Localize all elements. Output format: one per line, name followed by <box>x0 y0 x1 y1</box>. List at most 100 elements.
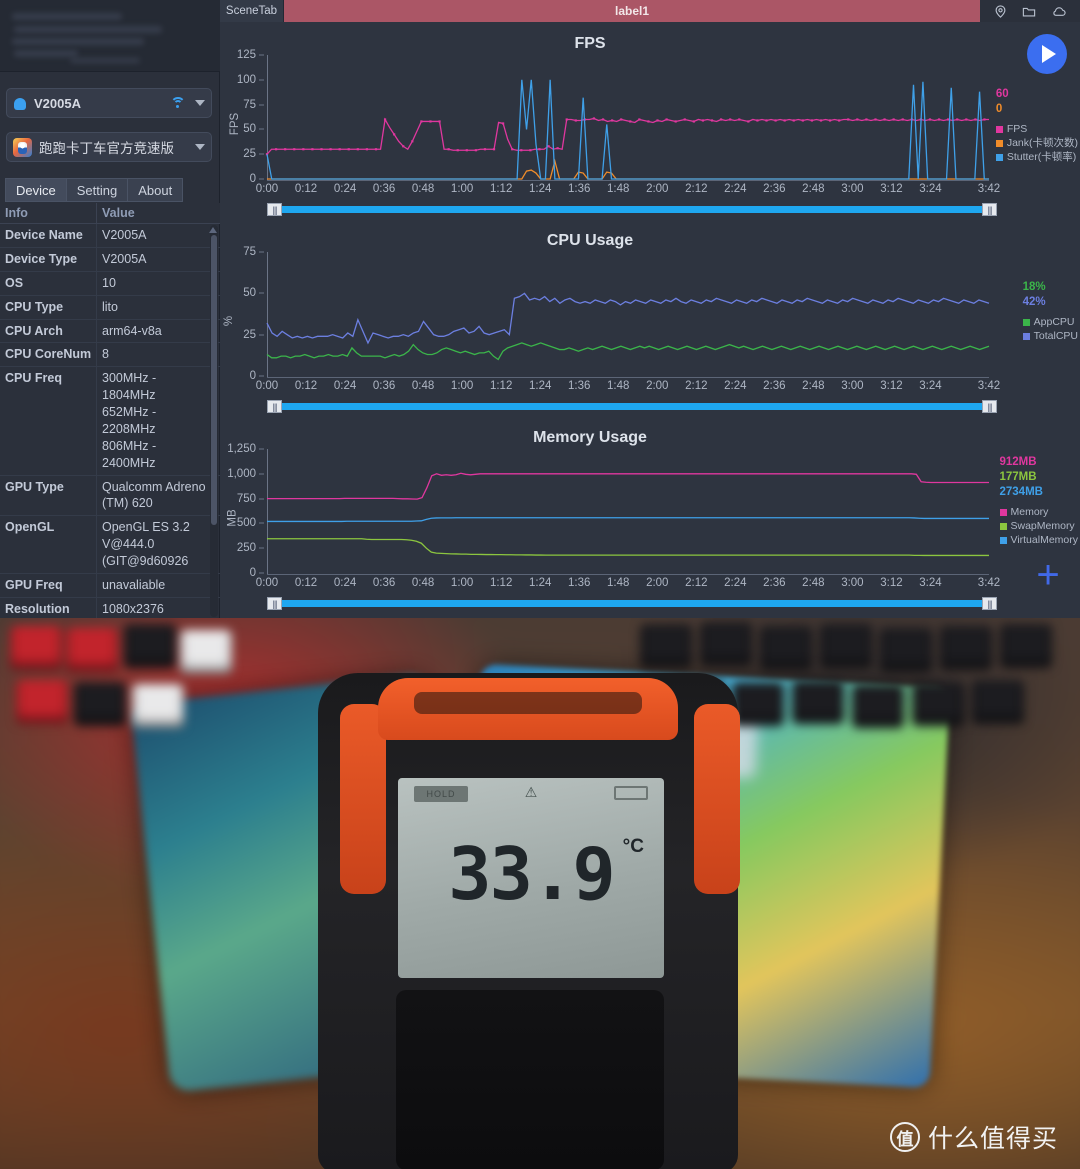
table-row[interactable]: OpenGL OpenGL ES 3.2 V@444.0 (GIT@9d60926 <box>0 516 220 574</box>
series-marker <box>411 140 414 143</box>
chevron-down-icon[interactable] <box>195 100 205 106</box>
x-tick-label: 1:36 <box>568 183 591 195</box>
wifi-icon <box>170 97 185 109</box>
tab-device[interactable]: Device <box>5 178 66 202</box>
y-tick-label: 25 <box>243 148 256 161</box>
series-marker <box>774 119 777 122</box>
sidebar: V2005A 跑跑卡丁车官方竞速版 Device Setting About I… <box>0 0 220 618</box>
table-row[interactable]: CPU Freq 300MHz - 1804MHz 652MHz - 2208MH… <box>0 367 220 476</box>
table-row[interactable]: Device Type V2005A <box>0 247 220 272</box>
legend-item[interactable]: Jank(卡顿次数) <box>995 136 1078 150</box>
x-tick-label: 1:24 <box>528 577 552 589</box>
scrollbar-handle-left[interactable]: ||| <box>267 400 282 413</box>
legend-item[interactable]: VirtualMemory <box>999 533 1078 547</box>
table-row[interactable]: GPU Type Qualcomm Adreno (TM) 620 <box>0 475 220 517</box>
series-marker <box>356 148 359 151</box>
plot-area[interactable] <box>265 55 989 180</box>
scrollbar-handle-left[interactable]: ||| <box>267 203 282 216</box>
chart-scrollbar[interactable]: ||| ||| <box>267 400 997 413</box>
scrollbar-handle-right[interactable]: ||| <box>982 400 997 413</box>
cell-info: GPU Freq <box>0 573 97 597</box>
y-tick-mark <box>259 178 264 180</box>
legend-item[interactable]: Stutter(卡顿率) <box>995 150 1078 164</box>
cell-value: V2005A <box>102 251 147 266</box>
scene-tab[interactable]: SceneTab <box>220 0 284 22</box>
legend-item[interactable]: TotalCPU <box>1022 329 1078 343</box>
table-row[interactable]: Device Name V2005A <box>0 224 220 248</box>
series-marker <box>520 149 523 152</box>
chart-scrollbar[interactable]: ||| ||| <box>267 203 997 216</box>
legend-item[interactable]: Memory <box>999 505 1079 519</box>
scrollbar-handle-right[interactable]: ||| <box>982 203 997 216</box>
table-row[interactable]: CPU Arch arm64-v8a <box>0 319 220 344</box>
chart-title: FPS <box>574 35 606 52</box>
series-marker <box>302 148 305 151</box>
x-tick-label: 3:24 <box>919 577 942 589</box>
cell-value: 8 <box>102 347 109 362</box>
cell-value: 300MHz - 1804MHz 652MHz - 2208MHz 806MHz… <box>102 371 157 470</box>
legend-label: Jank(卡顿次数) <box>1006 137 1078 149</box>
series-marker <box>701 119 705 122</box>
series-marker <box>547 145 550 148</box>
table-row[interactable]: OS 10 <box>0 271 220 296</box>
legend-item[interactable]: FPS <box>995 122 1078 136</box>
series-marker <box>674 120 677 123</box>
series-marker <box>647 120 650 123</box>
series-line <box>266 342 990 361</box>
series-marker <box>738 118 741 121</box>
x-tick-label: 3:00 <box>841 380 864 392</box>
x-tick-label: 0:00 <box>255 183 279 195</box>
series-marker <box>656 119 659 122</box>
table-scrollbar[interactable] <box>210 225 218 617</box>
device-select[interactable]: V2005A <box>6 88 212 118</box>
app-select[interactable]: 跑跑卡丁车官方竞速版 <box>6 132 212 162</box>
x-tick-label: 0:36 <box>372 183 396 195</box>
series-marker <box>320 148 323 151</box>
series-marker <box>456 149 459 152</box>
scrollbar-track[interactable] <box>267 403 997 410</box>
table-row[interactable]: CPU CoreNum 8 <box>0 343 220 368</box>
series-marker <box>311 148 314 151</box>
series-marker <box>474 149 477 152</box>
cell-value: arm64-v8a <box>102 323 162 338</box>
chart-scrollbar[interactable]: ||| ||| <box>267 597 997 610</box>
battery-icon <box>614 786 648 800</box>
scrollbar-thumb[interactable] <box>211 235 217 525</box>
plot-area[interactable] <box>267 449 989 573</box>
plot-area[interactable] <box>266 252 990 376</box>
folder-icon[interactable] <box>1021 4 1037 19</box>
legend-item[interactable]: SwapMemory <box>999 519 1079 533</box>
x-tick-label: 1:12 <box>489 577 513 589</box>
series-marker <box>284 148 287 151</box>
series-marker <box>874 118 877 121</box>
cell-info: Device Type <box>0 247 97 271</box>
y-tick-mark <box>259 251 264 253</box>
scrollbar-track[interactable] <box>267 206 997 213</box>
series-marker <box>847 118 850 121</box>
y-tick-mark <box>259 473 264 475</box>
x-tick-label: 3:24 <box>919 380 942 392</box>
scroll-up-arrow-icon[interactable] <box>209 227 217 233</box>
cloud-icon[interactable] <box>1050 4 1068 19</box>
table-row[interactable]: CPU Type lito <box>0 295 220 320</box>
scrollbar-handle-right[interactable]: ||| <box>982 597 997 610</box>
scrollbar-handle-left[interactable]: ||| <box>267 597 282 610</box>
legend-item[interactable]: AppCPU <box>1022 315 1078 329</box>
series-line <box>267 538 989 557</box>
scrollbar-track[interactable] <box>267 600 997 607</box>
table-row[interactable]: Resolution 1080x2376 <box>0 597 220 618</box>
tab-setting[interactable]: Setting <box>65 178 128 202</box>
legend-label: AppCPU <box>1033 316 1075 328</box>
cell-value: 1080x2376 <box>102 601 164 616</box>
watermark-logo: 值 <box>889 1122 920 1152</box>
series-marker <box>856 118 859 121</box>
series-marker <box>683 118 686 121</box>
location-pin-icon[interactable] <box>993 4 1008 19</box>
table-row[interactable]: GPU Freq unavaliable <box>0 573 220 598</box>
y-tick-mark <box>259 498 264 500</box>
scene-label[interactable]: label1 <box>284 0 980 22</box>
chevron-down-icon[interactable] <box>195 144 205 150</box>
tab-about[interactable]: About <box>127 178 184 202</box>
app-select-value: 跑跑卡丁车官方竞速版 <box>39 141 174 156</box>
x-tick-label: 1:48 <box>607 577 630 589</box>
